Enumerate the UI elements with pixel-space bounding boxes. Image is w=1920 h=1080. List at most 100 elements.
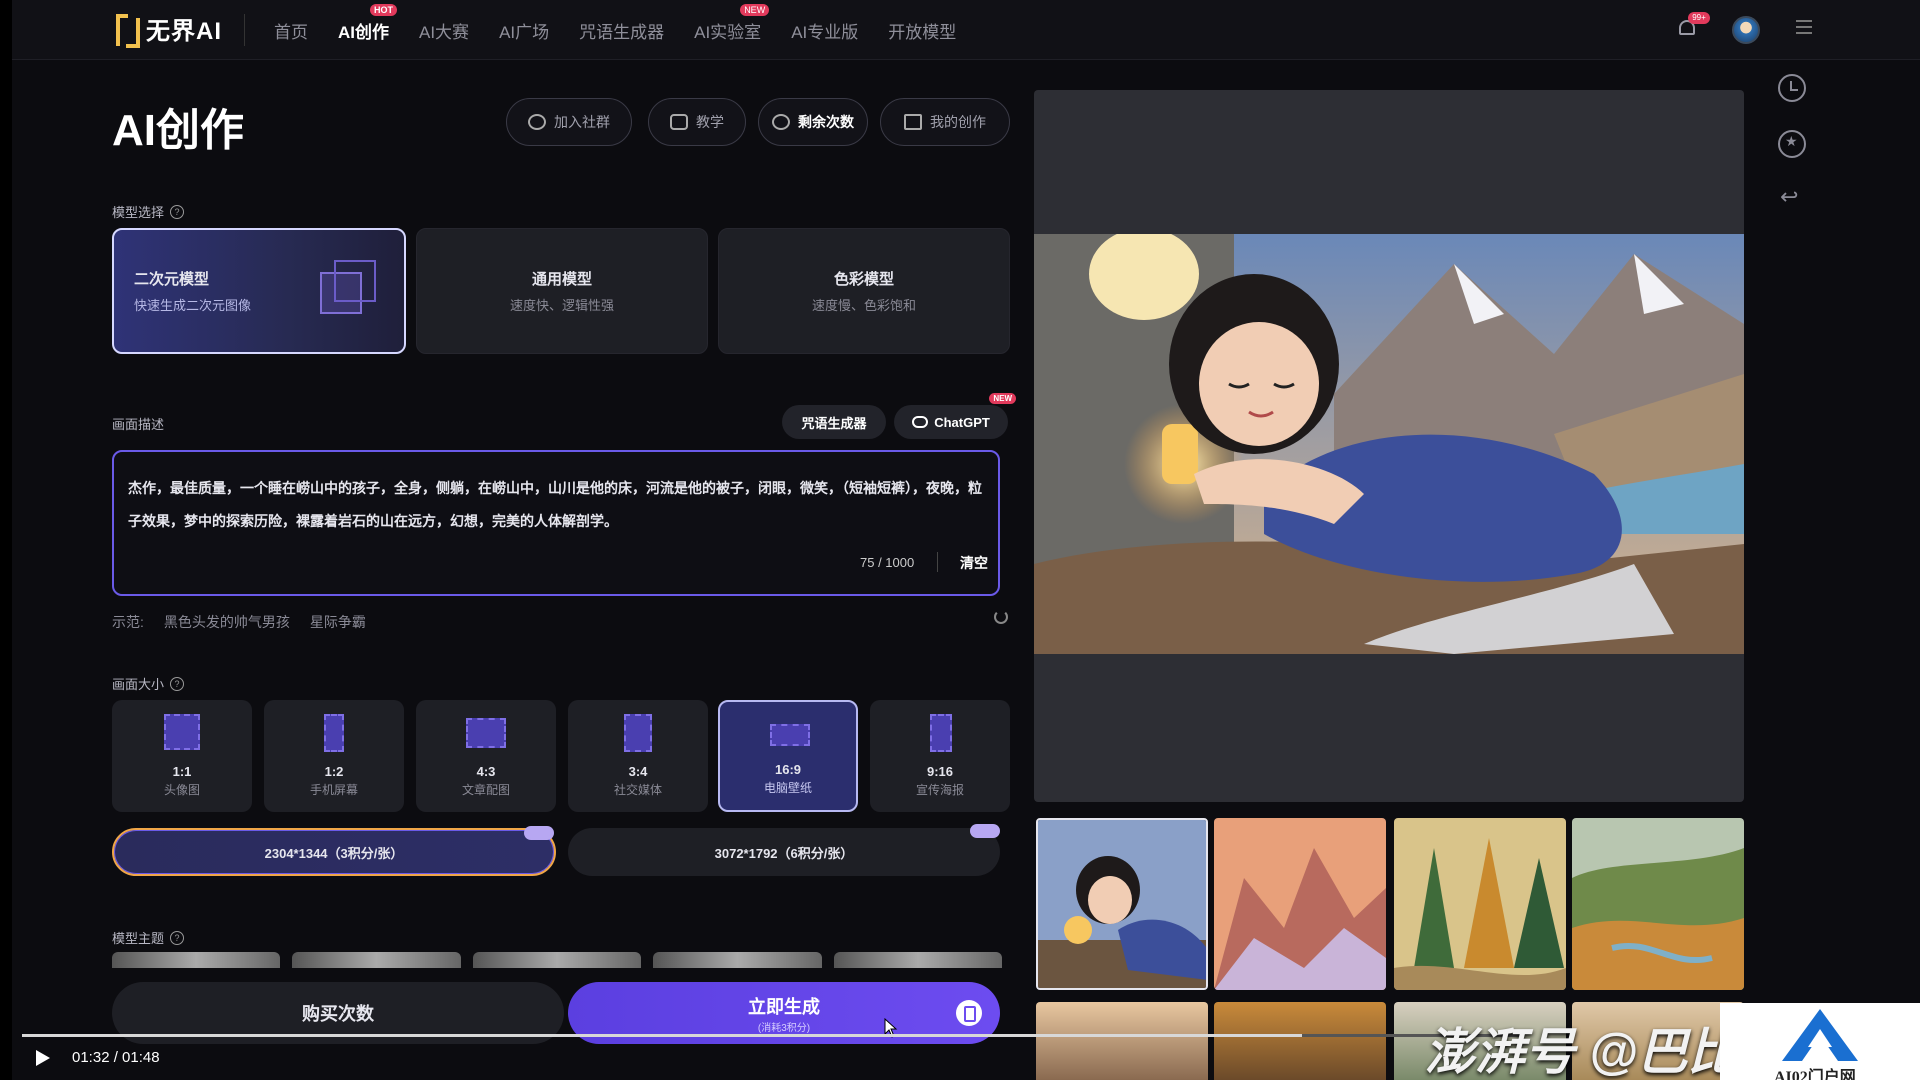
size-option-2304[interactable]: 2304*1344（3积分/张）: [112, 826, 556, 876]
theme-thumb[interactable]: [653, 952, 822, 968]
generate-label: 立即生成: [748, 996, 820, 1017]
result-thumb-6[interactable]: [1214, 1002, 1386, 1080]
chatgpt-icon: [912, 416, 929, 428]
generate-sublabel: (消耗3积分): [757, 1022, 811, 1034]
ratio-shape-icon: [624, 714, 652, 752]
thumb-art: [1572, 818, 1744, 990]
nav-item-open-model[interactable]: 开放模型: [888, 18, 956, 43]
ratio-value: 1:2: [324, 764, 344, 779]
refresh-icon[interactable]: [994, 610, 1008, 624]
avatar[interactable]: [1732, 16, 1760, 44]
remaining-count-button[interactable]: 剩余次数: [758, 98, 868, 146]
ratio-shape-icon: [164, 714, 200, 750]
book-icon: [670, 114, 688, 130]
ratio-name: 社交媒体: [613, 783, 662, 797]
corner-watermark-logo: AI02门户网: [1720, 1003, 1920, 1080]
size-option-label: 3072*1792（6积分/张）: [714, 845, 854, 861]
size-badge: [970, 824, 1000, 838]
result-thumb-5[interactable]: [1036, 1002, 1208, 1080]
logo[interactable]: 无界AI: [112, 8, 222, 48]
play-icon[interactable]: [36, 1050, 50, 1066]
ratio-1-1[interactable]: 1:1 头像图: [112, 700, 252, 812]
history-icon[interactable]: [1778, 74, 1806, 102]
nav-item-lab[interactable]: AI实验室 NEW: [694, 3, 770, 43]
screen: 无界AI 首页 AI创作 HOT AI大赛 AI广场 咒语生成器 AI实验室 NEW…: [12, 0, 1920, 1080]
favorite-icon[interactable]: [1778, 130, 1806, 158]
size-option-3072[interactable]: 3072*1792（6积分/张）: [568, 824, 1000, 876]
theme-thumb[interactable]: [833, 952, 1003, 968]
theme-thumb[interactable]: [112, 952, 281, 968]
ratio-shape-icon: [770, 724, 810, 746]
result-thumb-2[interactable]: [1214, 818, 1386, 990]
corner-logo-text: AI02门户网: [1774, 1069, 1856, 1080]
nav-item-plaza[interactable]: AI广场: [499, 18, 549, 43]
nav-item-ai-create[interactable]: AI创作 HOT: [338, 3, 397, 43]
undo-icon[interactable]: [1778, 184, 1806, 214]
notification-badge: 99+: [1688, 12, 1710, 24]
example-chip[interactable]: 星际争霸: [310, 612, 366, 632]
theme-thumb[interactable]: [292, 952, 461, 968]
nav-item-pro[interactable]: AI专业版: [791, 18, 858, 43]
model-section-label: 模型选择?: [112, 202, 185, 221]
ratio-value: 16:9: [774, 762, 802, 777]
nav-item-home[interactable]: 首页: [274, 18, 308, 43]
ratio-16-9[interactable]: 16:9 电脑壁纸: [718, 700, 858, 812]
cube-icon: [316, 258, 378, 320]
ratio-4-3[interactable]: 4:3 文章配图: [416, 700, 556, 812]
nav-item-contest[interactable]: AI大赛: [419, 18, 469, 43]
join-community-button[interactable]: 加入社群: [506, 98, 632, 146]
ratio-name: 宣传海报: [915, 783, 964, 797]
counter-divider: [937, 552, 938, 572]
generated-image[interactable]: [1034, 234, 1744, 654]
ratio-9-16[interactable]: 9:16 宣传海报: [870, 700, 1010, 812]
prompt-textarea[interactable]: 杰作，最佳质量，一个睡在崂山中的孩子，全身，侧躺，在崂山中，山川是他的床，河流是…: [112, 450, 1000, 596]
result-thumb-3[interactable]: [1394, 818, 1566, 990]
spell-generator-button[interactable]: 咒语生成器: [782, 405, 886, 439]
clear-button[interactable]: 清空: [960, 553, 988, 573]
folder-icon: [904, 114, 922, 130]
model-title: 二次元模型: [134, 271, 210, 288]
video-time: 01:32 / 01:48: [72, 1049, 160, 1066]
example-chip[interactable]: 黑色头发的帅气男孩: [164, 612, 290, 632]
char-counter: 75 / 1000: [860, 555, 915, 570]
tutorial-button[interactable]: 教学: [648, 98, 746, 146]
help-icon[interactable]: ?: [170, 676, 185, 691]
result-thumb-4[interactable]: [1572, 818, 1744, 990]
section-title: 模型主题: [112, 931, 165, 946]
top-nav: 无界AI 首页 AI创作 HOT AI大赛 AI广场 咒语生成器 AI实验室 NEW…: [12, 0, 1920, 60]
generated-image-art: [1034, 234, 1744, 654]
section-title: 模型选择: [112, 205, 165, 220]
theme-thumb-strip: [112, 952, 1003, 968]
chat-icon: [528, 114, 546, 130]
new-badge: NEW: [989, 393, 1016, 404]
chatgpt-button[interactable]: ChatGPT NEW: [894, 393, 1016, 439]
model-card-color[interactable]: 色彩模型 速度慢、色彩饱和: [718, 228, 1010, 354]
section-title: 画面描述: [112, 417, 165, 432]
theme-thumb[interactable]: [472, 952, 642, 968]
ratio-1-2[interactable]: 1:2 手机屏幕: [264, 700, 404, 812]
model-title: 通用模型: [531, 271, 592, 288]
model-subtitle: 速度慢、色彩饱和: [811, 298, 916, 313]
thumb-art: [1394, 818, 1566, 990]
ratio-shape-icon: [466, 718, 506, 748]
help-icon[interactable]: ?: [170, 204, 185, 219]
ratio-name: 文章配图: [461, 783, 510, 797]
my-creations-button[interactable]: 我的创作: [880, 98, 1010, 146]
bell-icon[interactable]: 99+: [1676, 12, 1710, 40]
nav-item-spell-generator[interactable]: 咒语生成器: [579, 18, 664, 43]
logo-mark-icon: [112, 8, 142, 48]
pill-label: 我的创作: [930, 114, 986, 130]
menu-icon[interactable]: [1796, 20, 1812, 34]
result-thumb-1[interactable]: [1036, 818, 1208, 990]
example-row: 示范: 黑色头发的帅气男孩 星际争霸: [112, 612, 366, 632]
ratio-shape-icon: [324, 714, 344, 752]
model-card-general[interactable]: 通用模型 速度快、逻辑性强: [416, 228, 708, 354]
help-icon[interactable]: ?: [170, 930, 185, 945]
video-progress-bar[interactable]: [22, 1034, 1522, 1037]
example-label: 示范:: [112, 614, 144, 630]
ratio-value: 9:16: [926, 764, 954, 779]
model-card-anime[interactable]: 二次元模型 快速生成二次元图像: [112, 228, 406, 354]
corner-logo-icon: [1782, 1009, 1858, 1061]
ratio-value: 1:1: [172, 764, 192, 779]
ratio-3-4[interactable]: 3:4 社交媒体: [568, 700, 708, 812]
